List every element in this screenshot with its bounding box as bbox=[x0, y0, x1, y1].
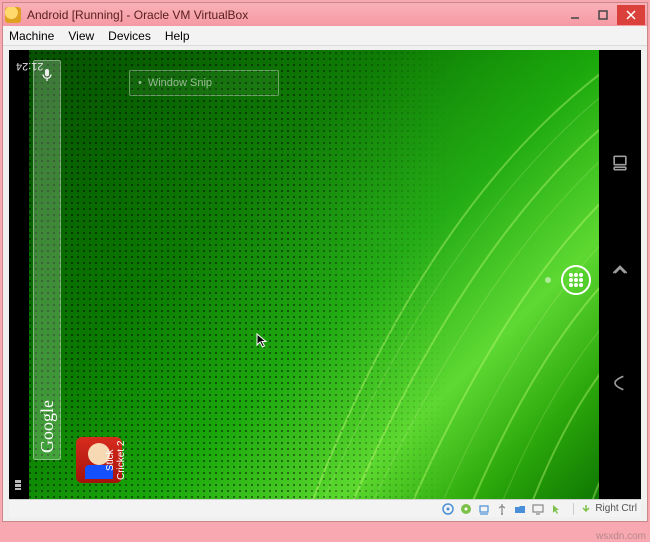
vb-display-icon[interactable] bbox=[531, 502, 545, 516]
window-title: Android [Running] - Oracle VM VirtualBox bbox=[27, 8, 561, 22]
close-button[interactable] bbox=[617, 5, 645, 25]
page-indicator bbox=[545, 277, 551, 283]
vb-network-icon[interactable] bbox=[477, 502, 491, 516]
virtualbox-window: Android [Running] - Oracle VM VirtualBox… bbox=[2, 2, 648, 522]
app-label: Stick Cricket 2 bbox=[105, 437, 127, 484]
google-logo: Google bbox=[37, 400, 58, 453]
app-drawer-button[interactable] bbox=[561, 265, 591, 295]
wallpaper-dots bbox=[9, 50, 641, 500]
vb-optical-icon[interactable] bbox=[459, 502, 473, 516]
virtualbox-statusbar: Right Ctrl bbox=[9, 499, 641, 517]
android-statusbar[interactable]: 21:24 bbox=[9, 50, 29, 500]
hostkey-arrow-icon bbox=[580, 503, 592, 515]
titlebar[interactable]: Android [Running] - Oracle VM VirtualBox bbox=[3, 3, 647, 26]
apps-grid-icon bbox=[569, 273, 583, 287]
menu-machine[interactable]: Machine bbox=[9, 29, 54, 43]
maximize-button[interactable] bbox=[589, 5, 617, 25]
google-search-widget[interactable]: Google bbox=[33, 60, 61, 460]
mouse-cursor bbox=[255, 332, 271, 353]
nav-back-button[interactable] bbox=[610, 373, 630, 398]
menubar: Machine View Devices Help bbox=[3, 26, 647, 46]
android-homescreen[interactable]: 21:24 Google Window Snip Stick Cricket 2 bbox=[9, 50, 641, 500]
watermark: wsxdn.com bbox=[596, 531, 646, 542]
vb-usb-icon[interactable] bbox=[495, 502, 509, 516]
widget-placeholder-label: Window Snip bbox=[148, 77, 212, 89]
virtualbox-icon bbox=[5, 7, 21, 23]
app-shortcut-stickcricket2[interactable]: Stick Cricket 2 bbox=[73, 437, 125, 486]
menu-help[interactable]: Help bbox=[165, 29, 190, 43]
widget-placeholder[interactable]: Window Snip bbox=[129, 70, 279, 96]
minimize-button[interactable] bbox=[561, 5, 589, 25]
mic-icon[interactable] bbox=[39, 67, 55, 88]
menu-view[interactable]: View bbox=[68, 29, 94, 43]
nav-recent-button[interactable] bbox=[610, 153, 630, 178]
vb-mouse-integration-icon[interactable] bbox=[549, 502, 563, 516]
nav-home-button[interactable] bbox=[610, 263, 630, 288]
menu-devices[interactable]: Devices bbox=[108, 29, 151, 43]
vb-hdd-icon[interactable] bbox=[441, 502, 455, 516]
android-navbar bbox=[599, 50, 641, 500]
hostkey-label: Right Ctrl bbox=[595, 503, 637, 514]
hostkey-indicator[interactable]: Right Ctrl bbox=[573, 503, 637, 515]
status-settings-icon bbox=[12, 479, 24, 494]
vm-display[interactable]: 21:24 Google Window Snip Stick Cricket 2 bbox=[9, 50, 641, 500]
vb-shared-folders-icon[interactable] bbox=[513, 502, 527, 516]
